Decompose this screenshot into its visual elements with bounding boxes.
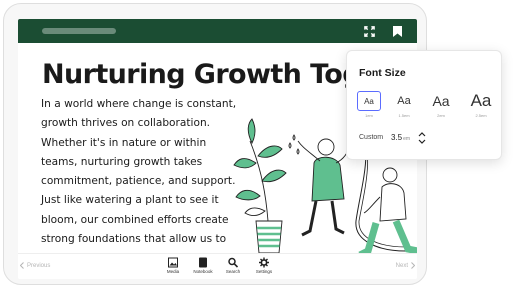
settings-label: Settings bbox=[255, 269, 273, 274]
font-size-sample: Aa bbox=[470, 91, 492, 110]
font-size-option-label: 1.5em bbox=[398, 113, 410, 118]
notebook-label: Notebook bbox=[193, 269, 213, 274]
font-size-option-label: 2.5em bbox=[475, 113, 487, 118]
top-bar bbox=[18, 19, 417, 43]
font-size-sample: Aa bbox=[397, 95, 411, 107]
custom-size-label: Custom bbox=[359, 134, 384, 141]
previous-label: Previous bbox=[27, 262, 51, 269]
font-size-option-1em[interactable]: Aa 1em bbox=[356, 91, 382, 118]
search-icon bbox=[228, 257, 238, 268]
gear-icon bbox=[259, 257, 269, 268]
font-size-option-label: 2em bbox=[437, 113, 445, 118]
chapter-title-placeholder bbox=[42, 28, 116, 34]
custom-size-input[interactable]: 3.5em bbox=[391, 133, 410, 142]
search-button[interactable]: Search bbox=[218, 257, 248, 274]
font-size-option-label: 1em bbox=[365, 113, 373, 118]
notebook-icon bbox=[199, 257, 207, 268]
notebook-button[interactable]: Notebook bbox=[188, 257, 218, 274]
article-body: In a world where change is constant, gro… bbox=[41, 98, 237, 264]
media-button[interactable]: Media bbox=[158, 257, 188, 274]
custom-size-unit: em bbox=[403, 136, 411, 142]
font-size-panel: Font Size Aa 1em Aa 1.5em Aa 2em Aa 2.5e… bbox=[346, 50, 502, 160]
previous-button[interactable]: Previous bbox=[20, 262, 50, 269]
expand-icon[interactable] bbox=[362, 24, 376, 38]
media-icon bbox=[168, 257, 178, 268]
font-size-sample: Aa bbox=[357, 91, 381, 111]
chevron-right-icon bbox=[411, 262, 415, 269]
font-size-option-2em[interactable]: Aa 2em bbox=[428, 91, 454, 118]
bottom-nav-bar: Previous Media Notebook Search Settings … bbox=[18, 253, 417, 279]
size-stepper-icon[interactable] bbox=[418, 131, 426, 145]
chevron-left-icon bbox=[20, 262, 24, 269]
font-size-option-1-5em[interactable]: Aa 1.5em bbox=[391, 91, 417, 118]
bookmark-icon[interactable] bbox=[390, 24, 404, 38]
media-label: Media bbox=[166, 269, 180, 274]
settings-button[interactable]: Settings bbox=[249, 257, 279, 274]
next-label: Next bbox=[395, 262, 408, 269]
custom-size-value: 3.5 bbox=[391, 133, 403, 142]
font-size-title: Font Size bbox=[359, 67, 406, 79]
font-size-option-2-5em[interactable]: Aa 2.5em bbox=[468, 91, 494, 118]
font-size-sample: Aa bbox=[432, 93, 450, 109]
next-button[interactable]: Next bbox=[396, 262, 415, 269]
search-label: Search bbox=[225, 269, 241, 274]
